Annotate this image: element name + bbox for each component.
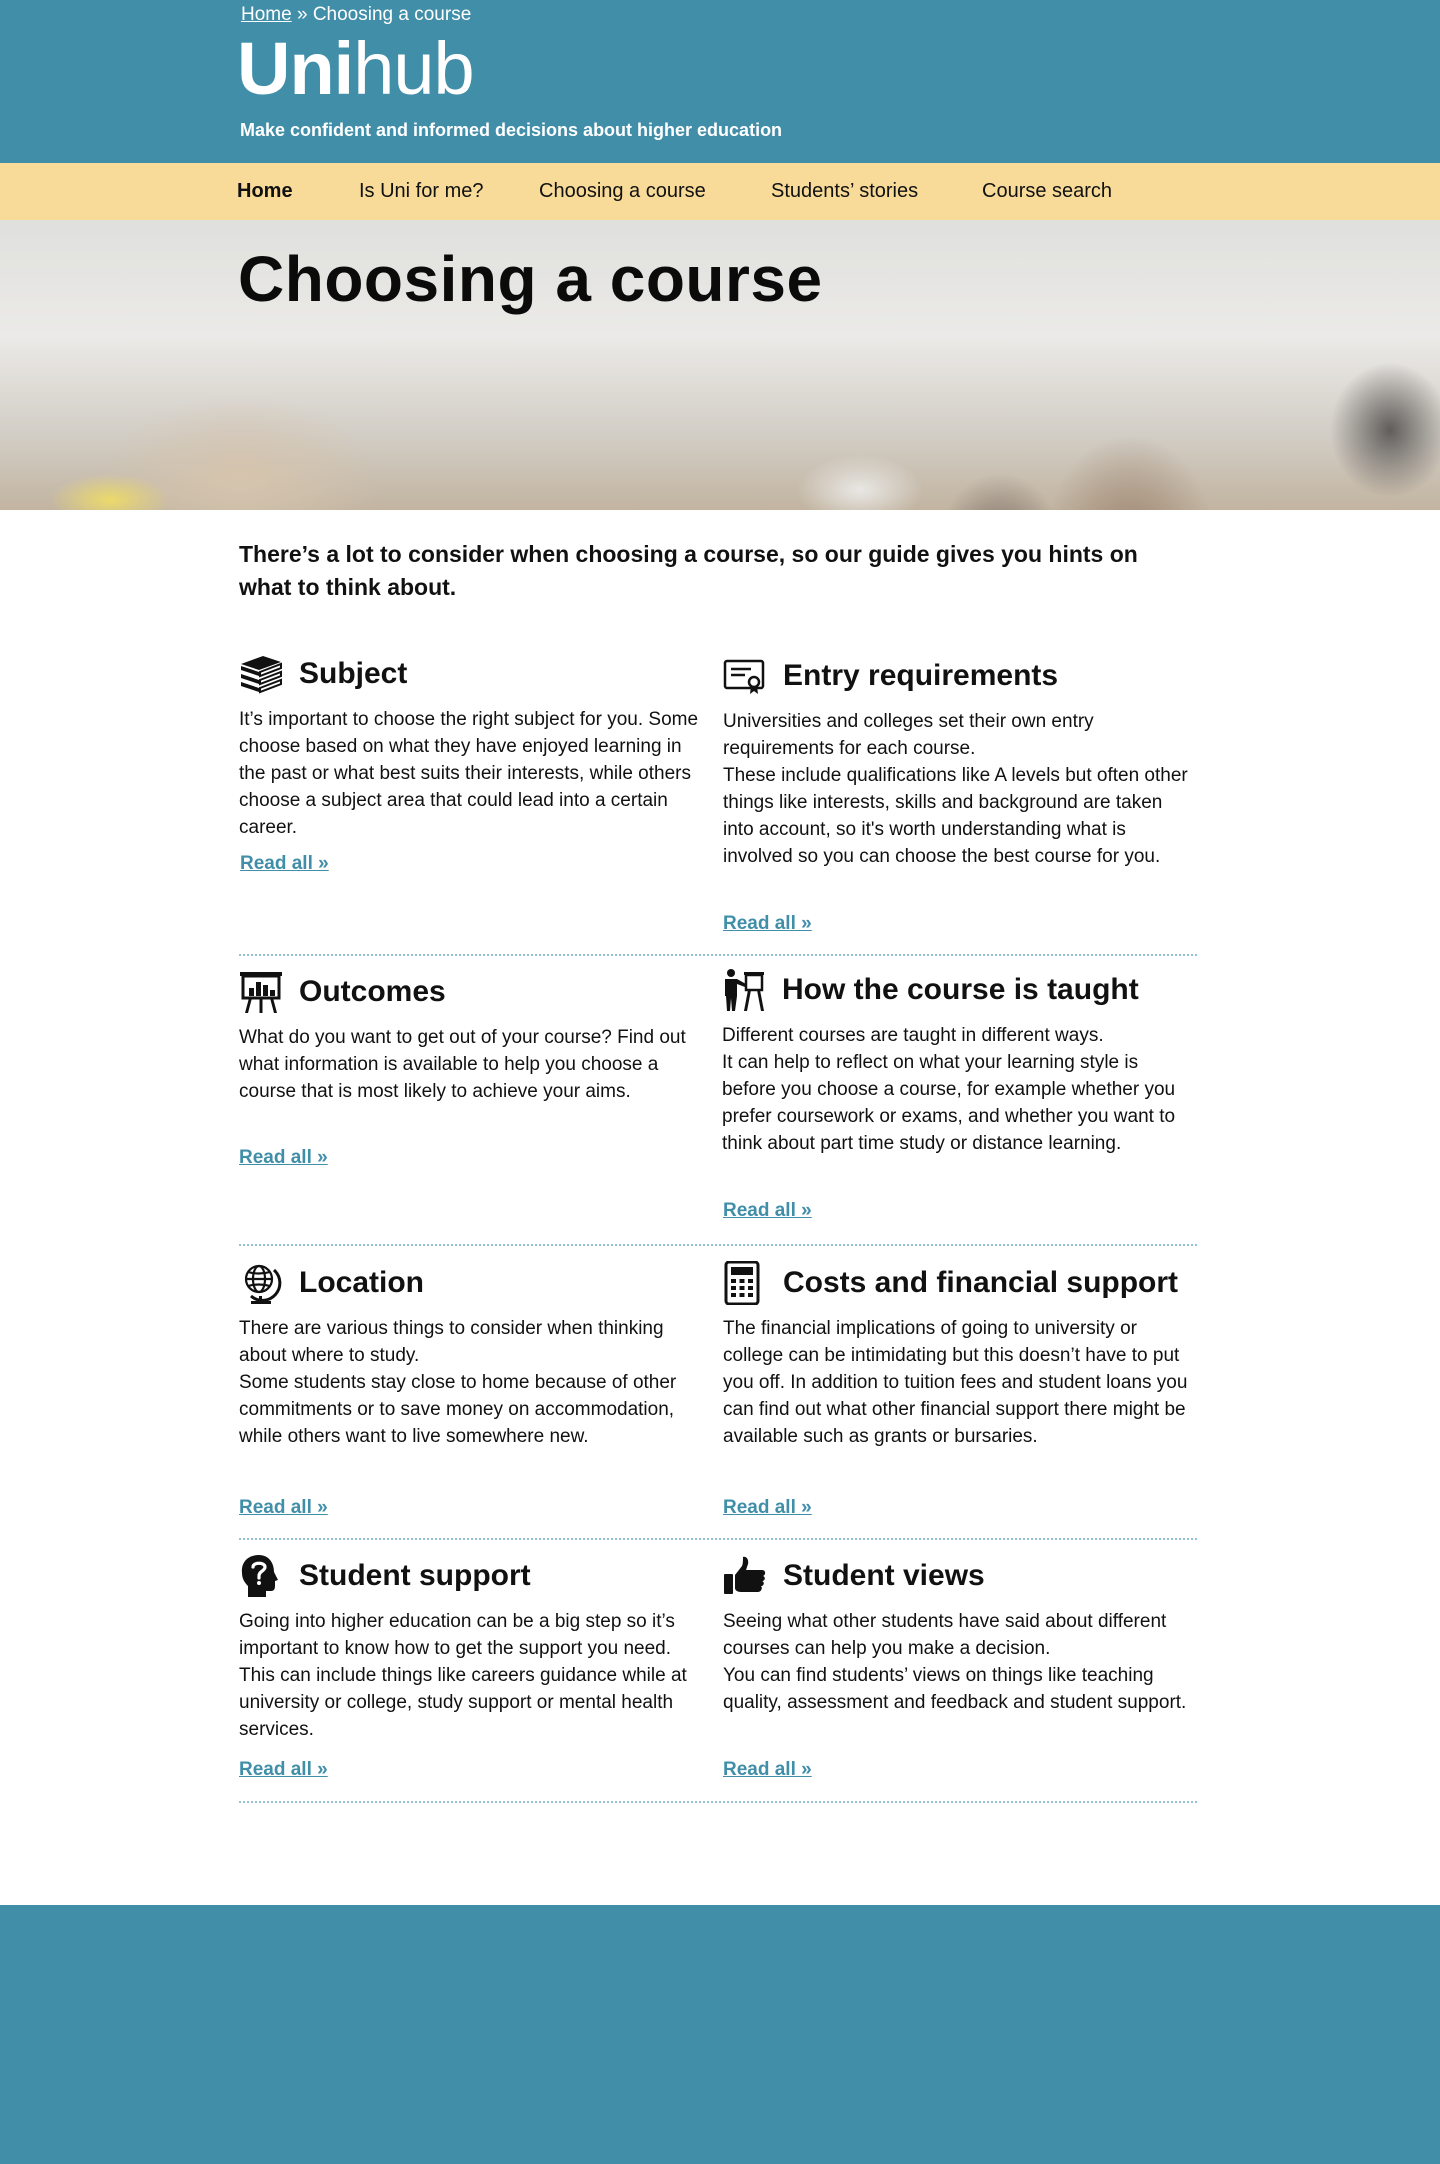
read-all-link[interactable]: Read all » bbox=[723, 1759, 812, 1781]
certificate-icon bbox=[723, 659, 765, 694]
section-divider bbox=[239, 1801, 1197, 1803]
nav-item-students-stories[interactable]: Students’ stories bbox=[771, 163, 918, 220]
read-all-link[interactable]: Read all » bbox=[240, 853, 329, 875]
head-question-icon bbox=[241, 1555, 278, 1597]
card-title: Entry requirements bbox=[783, 659, 1059, 692]
card-title: Costs and financial support bbox=[783, 1266, 1179, 1299]
card-text: There are various things to consider whe… bbox=[239, 1318, 677, 1447]
card-title: How the course is taught bbox=[782, 973, 1139, 1006]
tagline: Make confident and informed decisions ab… bbox=[240, 120, 783, 140]
site-header: Home » Choosing a course Unihub Make con… bbox=[0, 0, 1440, 163]
card-text: Seeing what other students have said abo… bbox=[723, 1611, 1187, 1713]
card-text: It’s important to choose the right subje… bbox=[239, 709, 699, 838]
nav-item-choosing-a-course[interactable]: Choosing a course bbox=[539, 163, 706, 220]
read-all-link[interactable]: Read all » bbox=[239, 1497, 328, 1519]
card-title: Student views bbox=[783, 1559, 985, 1592]
calculator-icon bbox=[724, 1261, 760, 1305]
read-all-link[interactable]: Read all » bbox=[723, 1497, 812, 1519]
page-title: Choosing a course bbox=[238, 243, 823, 315]
breadcrumb-separator: » bbox=[296, 4, 308, 25]
breadcrumb-home-link[interactable]: Home bbox=[241, 4, 292, 25]
card-title: Student support bbox=[299, 1559, 531, 1592]
presentation-chart-icon bbox=[240, 972, 282, 1013]
read-all-link[interactable]: Read all » bbox=[723, 1200, 812, 1222]
books-icon bbox=[241, 656, 282, 694]
read-all-link[interactable]: Read all » bbox=[723, 913, 812, 935]
section-divider bbox=[239, 1538, 1197, 1540]
teacher-icon bbox=[725, 969, 764, 1011]
section-divider bbox=[239, 1244, 1197, 1246]
card-text: Universities and colleges set their own … bbox=[723, 711, 1188, 867]
nav-item-is-uni-for-me[interactable]: Is Uni for me? bbox=[359, 163, 483, 220]
card-title: Subject bbox=[299, 657, 408, 690]
globe-icon bbox=[244, 1264, 282, 1304]
unihub-logo[interactable]: Unihub bbox=[237, 32, 475, 106]
card-text: Going into higher education can be a big… bbox=[239, 1611, 687, 1740]
nav-item-home[interactable]: Home bbox=[237, 163, 293, 220]
card-text: What do you want to get out of your cour… bbox=[239, 1027, 686, 1102]
intro-text: There’s a lot to consider when choosing … bbox=[239, 541, 1138, 600]
nav-item-course-search[interactable]: Course search bbox=[982, 163, 1112, 220]
card-title: Location bbox=[299, 1266, 424, 1299]
read-all-link[interactable]: Read all » bbox=[239, 1147, 328, 1169]
card-text: Different courses are taught in differen… bbox=[722, 1025, 1176, 1154]
breadcrumb-current: Choosing a course bbox=[312, 4, 472, 25]
card-title: Outcomes bbox=[299, 975, 446, 1008]
thumbs-up-icon bbox=[724, 1556, 766, 1594]
breadcrumb: Home » Choosing a course bbox=[241, 4, 471, 26]
main-nav: Home Is Uni for me? Choosing a course St… bbox=[0, 163, 1440, 220]
site-footer bbox=[0, 1905, 1440, 2164]
card-text: The financial implications of going to u… bbox=[723, 1318, 1188, 1447]
hero-banner: Choosing a course bbox=[0, 220, 1440, 510]
read-all-link[interactable]: Read all » bbox=[239, 1759, 328, 1781]
section-divider bbox=[239, 954, 1197, 956]
